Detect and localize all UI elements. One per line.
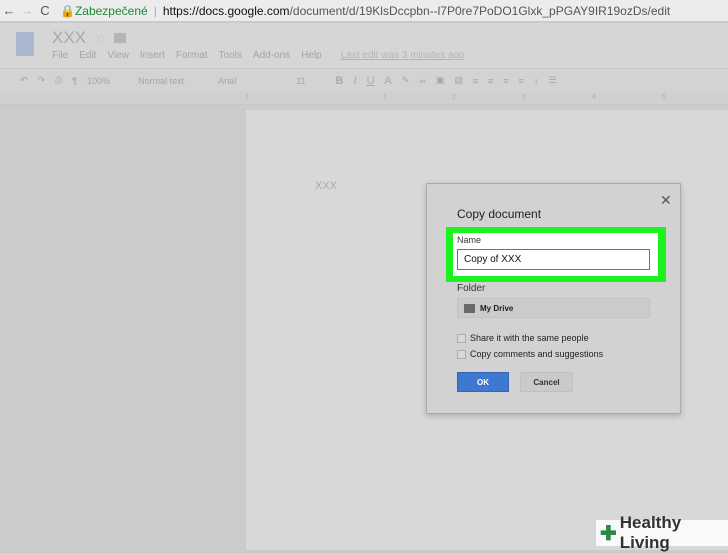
name-label: Name bbox=[457, 235, 482, 245]
back-icon[interactable]: ← bbox=[0, 3, 18, 18]
menu-file[interactable]: File bbox=[52, 50, 68, 61]
watermark-plus-icon: ✚ bbox=[600, 522, 617, 545]
ok-button[interactable]: OK bbox=[457, 372, 509, 392]
italic-button[interactable]: I bbox=[354, 75, 357, 87]
last-edit-link[interactable]: Last edit was 3 minutes ago bbox=[341, 50, 465, 61]
zoom-select[interactable]: 100% bbox=[87, 76, 110, 86]
image-icon[interactable]: ▤ bbox=[454, 75, 463, 86]
print-icon[interactable]: ⎙ bbox=[55, 75, 62, 86]
star-icon[interactable]: ☆ bbox=[95, 30, 108, 47]
folder-icon bbox=[464, 303, 475, 313]
redo-icon[interactable]: ↷ bbox=[38, 75, 46, 86]
comments-label: Copy comments and suggestions bbox=[470, 349, 604, 359]
menu-edit[interactable]: Edit bbox=[79, 50, 96, 61]
forward-icon[interactable]: → bbox=[18, 3, 36, 18]
folder-icon[interactable] bbox=[114, 33, 126, 43]
comments-checkbox-row[interactable]: Copy comments and suggestions bbox=[457, 349, 603, 359]
url-host: https://docs.google.com bbox=[162, 3, 290, 18]
style-select[interactable]: Normal text bbox=[138, 76, 184, 86]
paint-format-icon[interactable]: ¶ bbox=[72, 76, 77, 86]
text-color-button[interactable]: A bbox=[385, 75, 392, 87]
docs-logo-icon[interactable] bbox=[16, 32, 34, 56]
secure-label: 🔒Zabezpečené bbox=[60, 3, 148, 18]
align-center-icon[interactable]: ≡ bbox=[488, 76, 493, 86]
divider: | bbox=[153, 3, 157, 18]
url-path: /document/d/19KlsDccpbn--l7P0re7PoDO1Glx… bbox=[289, 3, 671, 18]
ruler-mark: 5 bbox=[662, 94, 666, 101]
menu-tools[interactable]: Tools bbox=[219, 50, 242, 61]
share-checkbox-row[interactable]: Share it with the same people bbox=[457, 333, 589, 343]
align-right-icon[interactable]: ≡ bbox=[503, 76, 508, 86]
numbered-list-icon[interactable]: ☰ bbox=[548, 75, 556, 86]
menu-view[interactable]: View bbox=[107, 50, 129, 61]
reload-icon[interactable]: C bbox=[36, 3, 54, 18]
link-icon[interactable]: ∞ bbox=[419, 76, 425, 86]
cancel-button[interactable]: Cancel bbox=[520, 372, 573, 392]
ruler-mark: 4 bbox=[592, 94, 596, 101]
address-bar: ← → C 🔒Zabezpečené | https://docs.google… bbox=[0, 0, 728, 22]
share-checkbox[interactable] bbox=[457, 333, 466, 343]
justify-icon[interactable]: ≡ bbox=[519, 76, 524, 86]
close-icon[interactable]: ✕ bbox=[660, 192, 672, 209]
docs-header bbox=[0, 23, 728, 68]
ruler-mark: 3 bbox=[522, 94, 526, 101]
folder-value: My Drive bbox=[480, 303, 514, 313]
doc-title[interactable]: XXX bbox=[52, 28, 86, 48]
comments-checkbox[interactable] bbox=[457, 349, 466, 359]
highlight-icon[interactable]: ✎ bbox=[402, 75, 410, 86]
underline-button[interactable]: U bbox=[367, 75, 375, 87]
dialog-title: Copy document bbox=[457, 207, 542, 221]
menu-insert[interactable]: Insert bbox=[140, 50, 165, 61]
menu-format[interactable]: Format bbox=[176, 50, 208, 61]
folder-picker[interactable]: My Drive bbox=[457, 298, 650, 318]
undo-icon[interactable]: ↶ bbox=[20, 75, 28, 86]
ruler-mark: 2 bbox=[452, 94, 456, 101]
toolbar: ↶ ↷ ⎙ ¶ 100% Normal text Arial 11 B I U … bbox=[0, 68, 728, 92]
ruler[interactable]: 1 1 2 3 4 5 bbox=[0, 92, 728, 105]
secure-text: Zabezpečené bbox=[74, 3, 148, 18]
ruler-mark: 1 bbox=[383, 94, 387, 101]
watermark-text: Healthy Living bbox=[619, 513, 682, 552]
ruler-mark: 1 bbox=[245, 94, 249, 101]
bold-button[interactable]: B bbox=[336, 75, 344, 87]
url-field[interactable]: https://docs.google.com/document/d/19Kls… bbox=[163, 4, 670, 18]
folder-label: Folder bbox=[457, 283, 486, 294]
document-text[interactable]: XXX bbox=[315, 180, 337, 192]
font-select[interactable]: Arial bbox=[218, 76, 236, 86]
comment-icon[interactable]: ▣ bbox=[436, 75, 445, 86]
watermark: ✚ Healthy Living bbox=[596, 513, 728, 552]
line-spacing-icon[interactable]: ↕ bbox=[534, 76, 539, 86]
share-label: Share it with the same people bbox=[470, 333, 589, 343]
menu-bar: File Edit View Insert Format Tools Add-o… bbox=[52, 50, 465, 61]
menu-addons[interactable]: Add-ons bbox=[253, 50, 290, 61]
align-left-icon[interactable]: ≡ bbox=[473, 76, 478, 86]
size-select[interactable]: 11 bbox=[296, 76, 305, 86]
menu-help[interactable]: Help bbox=[301, 50, 322, 61]
name-input[interactable] bbox=[457, 249, 650, 270]
